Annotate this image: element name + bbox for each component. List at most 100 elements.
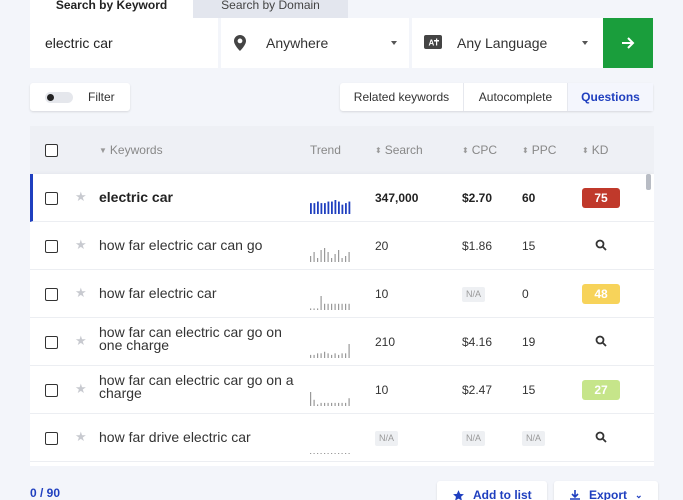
search-bar: Anywhere A Any Language [30,18,653,68]
mode-autocomplete[interactable]: Autocomplete [464,83,568,111]
svg-text:A: A [429,39,435,48]
row-checkbox[interactable] [45,240,58,253]
search-value: 210 [375,335,396,349]
trend-bar [345,402,347,406]
header-trend: Trend [310,143,341,157]
star-icon[interactable]: ★ [75,429,87,445]
map-pin-icon [234,35,246,51]
language-dropdown[interactable]: A Any Language [412,18,600,68]
table-row[interactable]: ★ how far electric car can go 20 $1.86 15 [30,222,654,270]
table-row[interactable]: ★ electric car 347,000 $2.70 60 75 [30,174,654,222]
select-all-checkbox[interactable] [45,144,58,157]
trend-bar [331,201,333,214]
keyword-link[interactable]: electric car [99,190,299,204]
row-checkbox[interactable] [45,288,58,301]
location-dropdown[interactable]: Anywhere [221,18,409,68]
trend-bar [345,203,347,214]
cpc-value: $2.70 [462,191,493,205]
trend-bar [317,308,319,310]
table-row[interactable]: ★ how far can electric car go on a charge… [30,366,654,414]
trend-bar [320,353,322,358]
star-icon[interactable]: ★ [75,333,87,349]
keyword-link[interactable]: how far drive electric car [99,430,299,444]
header-ppc-label: PPC [531,143,557,157]
magnifier-icon[interactable] [595,431,607,443]
export-button[interactable]: Export ⌄ [554,481,658,500]
trend-bar [320,402,322,406]
download-icon [570,490,580,500]
header-kd[interactable]: ⬍ KD [582,143,608,157]
keyword-link[interactable]: how far can electric car go on one charg… [99,325,299,352]
header-keywords[interactable]: ▼ Keywords [99,143,163,157]
trend-bar [348,252,350,262]
trend-bar [320,296,322,310]
trend-bar [313,453,315,454]
trend-bar [338,354,340,358]
search-submit-button[interactable] [603,18,653,68]
header-keywords-label: Keywords [109,143,163,157]
trend-bar [324,351,326,358]
table-row[interactable]: ★ how far electric car 10 N/A 0 48 [30,270,654,318]
tab-search-by-keyword[interactable]: Search by Keyword [30,0,193,18]
trend-bar [338,453,340,454]
trend-bar [338,303,340,310]
row-checkbox[interactable] [45,336,58,349]
chevron-down-icon [391,41,397,45]
mode-related-keywords[interactable]: Related keywords [340,83,464,111]
trend-bar [310,392,312,406]
trend-bar [331,258,333,262]
magnifier-icon[interactable] [595,239,607,251]
header-cpc[interactable]: ⬍ CPC [462,143,497,157]
ppc-value: 15 [522,239,536,253]
trend-bar [320,453,322,454]
trend-sparkline [310,344,350,358]
trend-bar [341,402,343,406]
tab-search-by-domain[interactable]: Search by Domain [193,0,348,18]
table-scrollbar[interactable] [646,174,651,190]
trend-sparkline [310,392,350,406]
trend-bar [313,308,315,310]
ppc-value: 60 [522,191,536,205]
sort-icon: ⬍ [522,146,529,155]
trend-bar [324,203,326,214]
search-value: N/A [375,431,399,446]
row-checkbox[interactable] [45,384,58,397]
table-row[interactable]: ★ how far drive electric car N/A N/A N/A [30,414,654,462]
table-row[interactable]: ★ how far can electric car go on one char… [30,318,654,366]
magnifier-icon[interactable] [595,335,607,347]
language-value: Any Language [457,35,548,51]
trend-bar [348,453,350,454]
toggle-switch[interactable] [45,92,73,103]
mode-questions[interactable]: Questions [568,83,653,111]
trend-bar [317,404,319,406]
star-icon[interactable]: ★ [75,189,87,205]
add-to-list-button[interactable]: Add to list [437,481,547,500]
trend-bar [317,258,319,262]
kd-badge: 48 [582,284,620,304]
star-icon[interactable]: ★ [75,381,87,397]
cpc-value: $1.86 [462,239,493,253]
trend-bar [331,354,333,358]
trend-sparkline [310,248,350,262]
star-icon[interactable]: ★ [75,285,87,301]
trend-bar [341,204,344,214]
star-icon[interactable]: ★ [75,237,87,253]
keyword-link[interactable]: how far electric car [99,286,299,300]
filter-toggle[interactable]: Filter [30,83,130,111]
trend-bar [327,402,329,406]
row-checkbox[interactable] [45,432,58,445]
keyword-link[interactable]: how far electric car can go [99,238,299,252]
trend-bar [334,254,336,262]
header-search[interactable]: ⬍ Search [375,143,423,157]
trend-bar [348,344,350,358]
trend-bar [317,453,319,454]
header-ppc[interactable]: ⬍ PPC [522,143,556,157]
keyword-input[interactable] [30,18,218,68]
location-value: Anywhere [266,35,329,51]
keyword-link[interactable]: how far can electric car go on a charge [99,373,299,400]
trend-bar [341,353,343,358]
trend-bar [327,201,330,214]
row-checkbox[interactable] [45,192,58,205]
trend-bar [345,353,347,358]
trend-bar [348,201,351,214]
